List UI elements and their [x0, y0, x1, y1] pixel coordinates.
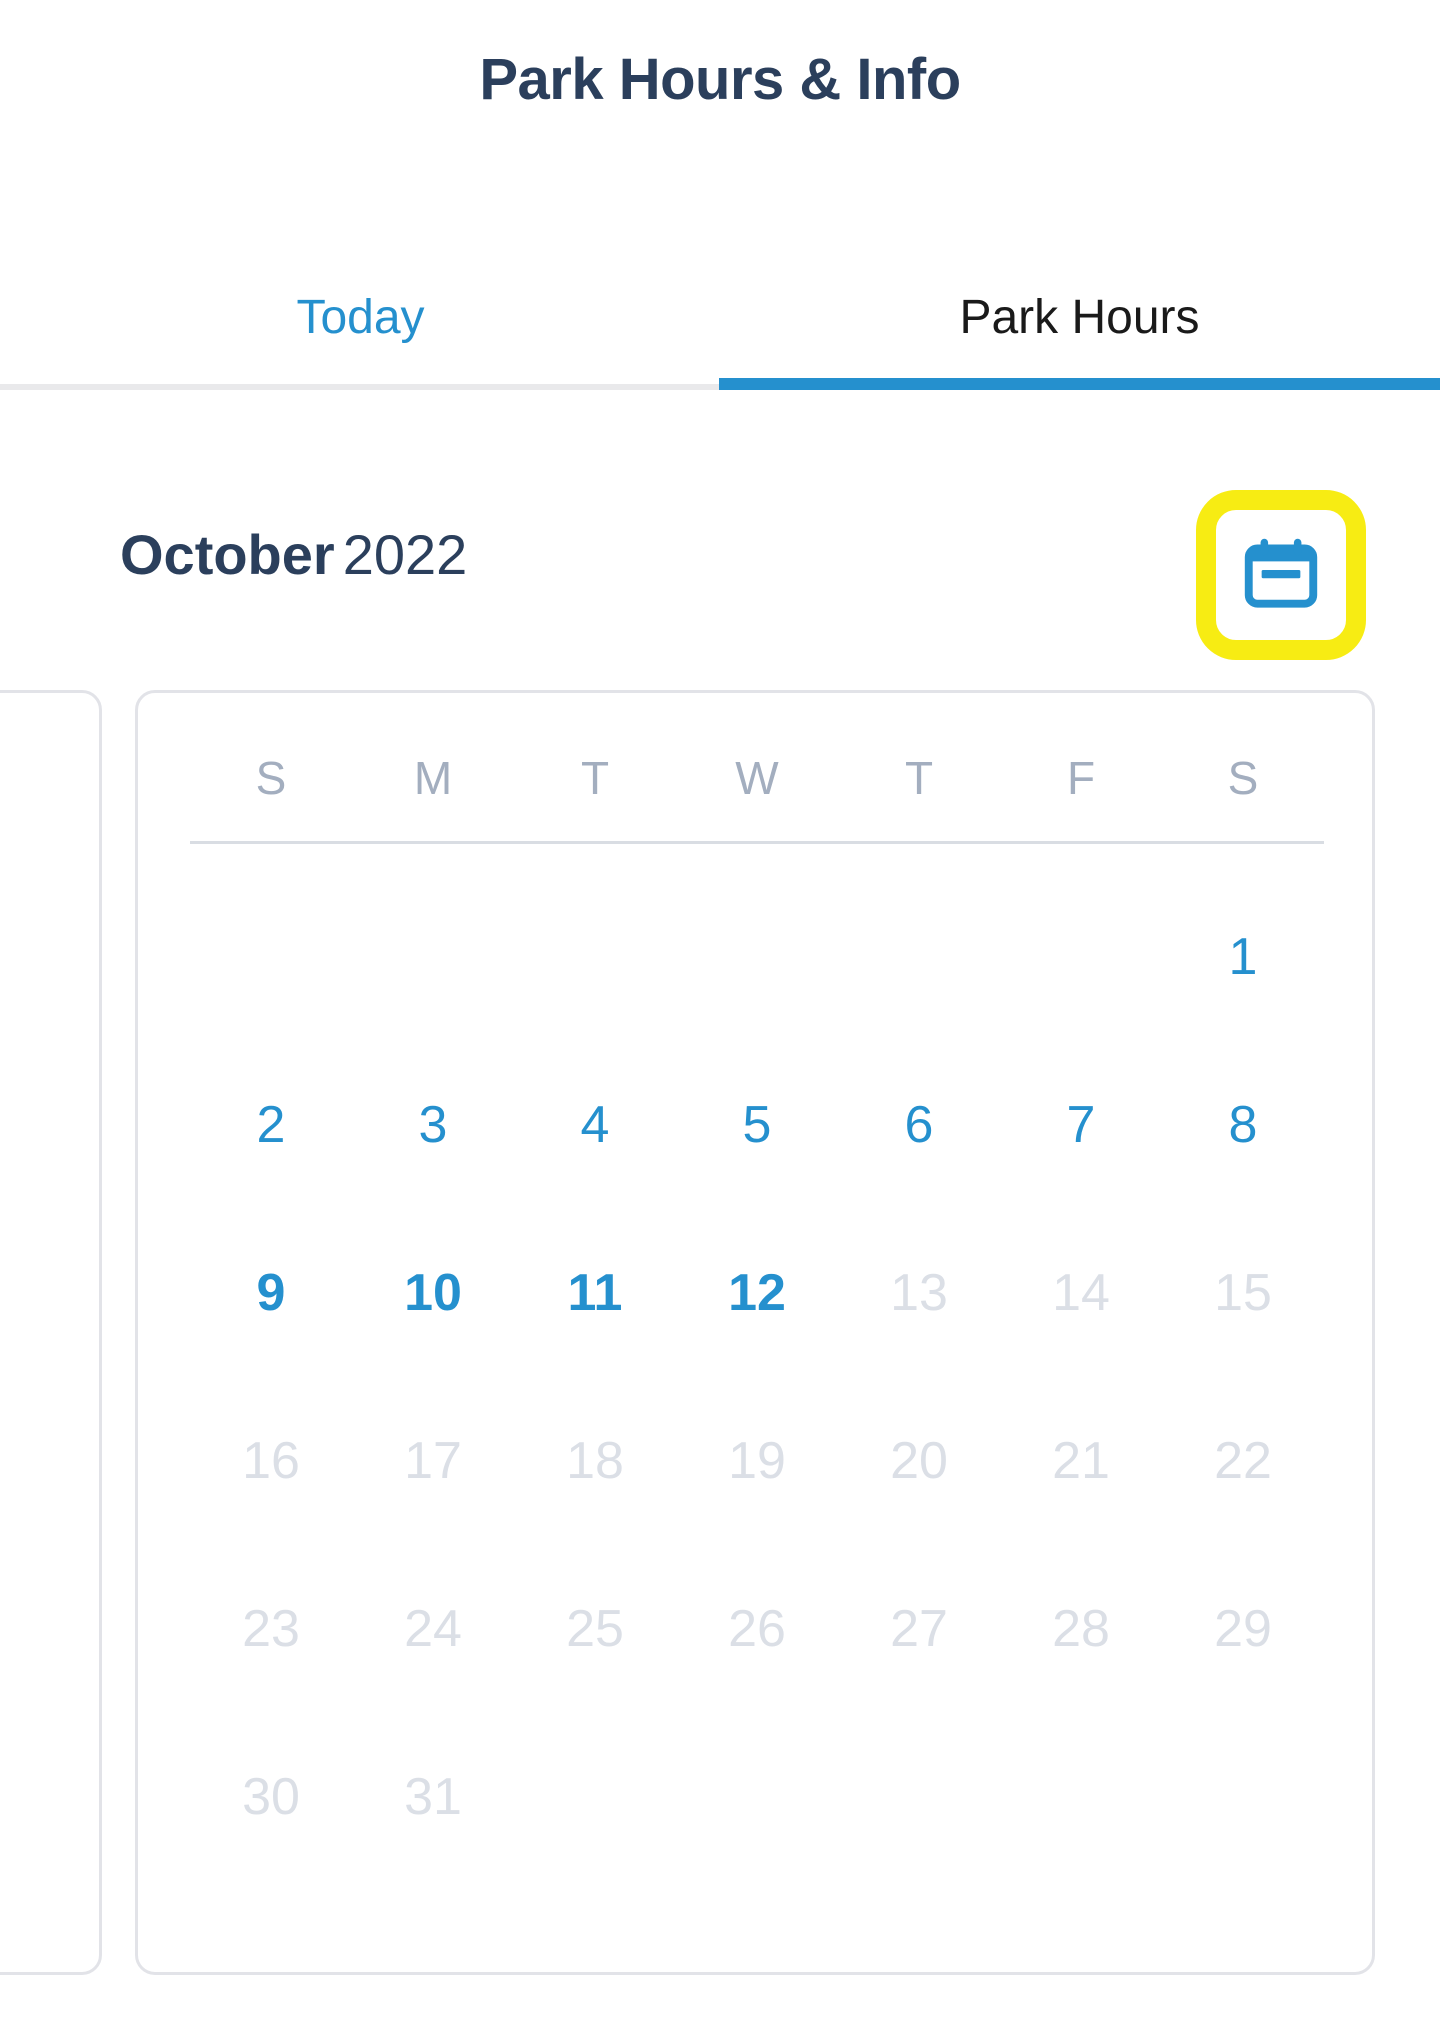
month-name: October	[120, 523, 335, 586]
calendar-day-empty	[676, 1713, 838, 1881]
weekday-label-fri: F	[1066, 752, 1096, 804]
calendar-day-empty	[838, 873, 1000, 1041]
calendar-day-10[interactable]: 10	[352, 1209, 514, 1377]
weekday-label-wed: W	[735, 752, 779, 804]
day-grid: 1 2 3 4 5 6 7 8 9 10 11 12 13 14 15 16 17 18 19 20 21 22 23 24 2…	[190, 873, 1324, 1881]
calendar-week-row: 23 24 25 26 27 28 29	[190, 1545, 1324, 1713]
calendar-day-5[interactable]: 5	[676, 1041, 838, 1209]
calendar-day-empty	[676, 873, 838, 1041]
weekday-header-row: S M T W T F S	[190, 743, 1324, 813]
calendar-day-16-disabled: 16	[190, 1377, 352, 1545]
calendar-day-19-disabled: 19	[676, 1377, 838, 1545]
calendar-day-9[interactable]: 9	[190, 1209, 352, 1377]
calendar-day-11[interactable]: 11	[514, 1209, 676, 1377]
calendar-week-row: 16 17 18 19 20 21 22	[190, 1377, 1324, 1545]
calendar-day-7[interactable]: 7	[1000, 1041, 1162, 1209]
calendar-day-empty	[190, 873, 352, 1041]
calendar-week-row: 2345678	[190, 1041, 1324, 1209]
calendar-week-row: 9 10 11 12 13 14 15	[190, 1209, 1324, 1377]
calendar-day-23-disabled: 23	[190, 1545, 352, 1713]
tab-bar: Today Park Hours	[0, 245, 1440, 395]
calendar-day-25-disabled: 25	[514, 1545, 676, 1713]
calendar-day-13-disabled: 13	[838, 1209, 1000, 1377]
weekday-label-tue: T	[580, 752, 610, 804]
calendar-day-27-disabled: 27	[838, 1545, 1000, 1713]
calendar-day-21-disabled: 21	[1000, 1377, 1162, 1545]
month-year-label: October 2022	[120, 505, 467, 605]
calendar-week-row: 30 31	[190, 1713, 1324, 1881]
month-carousel[interactable]: S M T W T F S 1 2 3 4 5 6 7 8 9 10 11 12 13 14 15 16 17 1…	[0, 690, 1440, 1980]
calendar-day-26-disabled: 26	[676, 1545, 838, 1713]
active-tab-indicator	[719, 378, 1440, 390]
calendar-day-22-disabled: 22	[1162, 1377, 1324, 1545]
month-header: October 2022	[120, 490, 1380, 660]
calendar-day-3[interactable]: 3	[352, 1041, 514, 1209]
month-card-current: S M T W T F S 1 2 3 4 5 6 7 8 9 10 11 12 13 14 15 16 17 1…	[135, 690, 1375, 1975]
park-hours-screen: Park Hours & Info Today Park Hours Octob…	[0, 0, 1440, 2022]
calendar-day-20-disabled: 20	[838, 1377, 1000, 1545]
calendar-day-2[interactable]: 2	[190, 1041, 352, 1209]
weekday-label-mon: M	[413, 752, 453, 804]
calendar-day-1[interactable]: 1	[1162, 873, 1324, 1041]
tab-today[interactable]: Today	[0, 245, 721, 390]
calendar-icon	[1238, 532, 1324, 618]
page-title: Park Hours & Info	[479, 47, 961, 112]
weekday-label-thu: T	[904, 752, 934, 804]
tab-park-hours[interactable]: Park Hours	[719, 245, 1440, 390]
weekday-label-sat: S	[1227, 752, 1259, 804]
calendar-day-8[interactable]: 8	[1162, 1041, 1324, 1209]
calendar-view-toggle-button[interactable]	[1196, 490, 1366, 660]
calendar-day-empty	[514, 1713, 676, 1881]
calendar-day-24-disabled: 24	[352, 1545, 514, 1713]
calendar-day-15-disabled: 15	[1162, 1209, 1324, 1377]
calendar-day-6[interactable]: 6	[838, 1041, 1000, 1209]
calendar-day-empty	[1000, 873, 1162, 1041]
calendar-day-empty	[352, 873, 514, 1041]
calendar-week-row: 1	[190, 873, 1324, 1041]
calendar-day-4[interactable]: 4	[514, 1041, 676, 1209]
weekday-label-sun: S	[255, 752, 287, 804]
month-card-previous[interactable]	[0, 690, 102, 1975]
calendar-day-29-disabled: 29	[1162, 1545, 1324, 1713]
month-year: 2022	[342, 523, 468, 586]
calendar-day-31-disabled: 31	[352, 1713, 514, 1881]
calendar-day-empty	[514, 873, 676, 1041]
calendar-day-28-disabled: 28	[1000, 1545, 1162, 1713]
calendar-day-12[interactable]: 12	[676, 1209, 838, 1377]
calendar-day-empty	[1000, 1713, 1162, 1881]
calendar-day-17-disabled: 17	[352, 1377, 514, 1545]
calendar-day-18-disabled: 18	[514, 1377, 676, 1545]
calendar-day-empty	[838, 1713, 1000, 1881]
calendar-day-14-disabled: 14	[1000, 1209, 1162, 1377]
calendar-day-empty	[1162, 1713, 1324, 1881]
weekday-header-rule	[190, 841, 1324, 844]
calendar-day-30-disabled: 30	[190, 1713, 352, 1881]
